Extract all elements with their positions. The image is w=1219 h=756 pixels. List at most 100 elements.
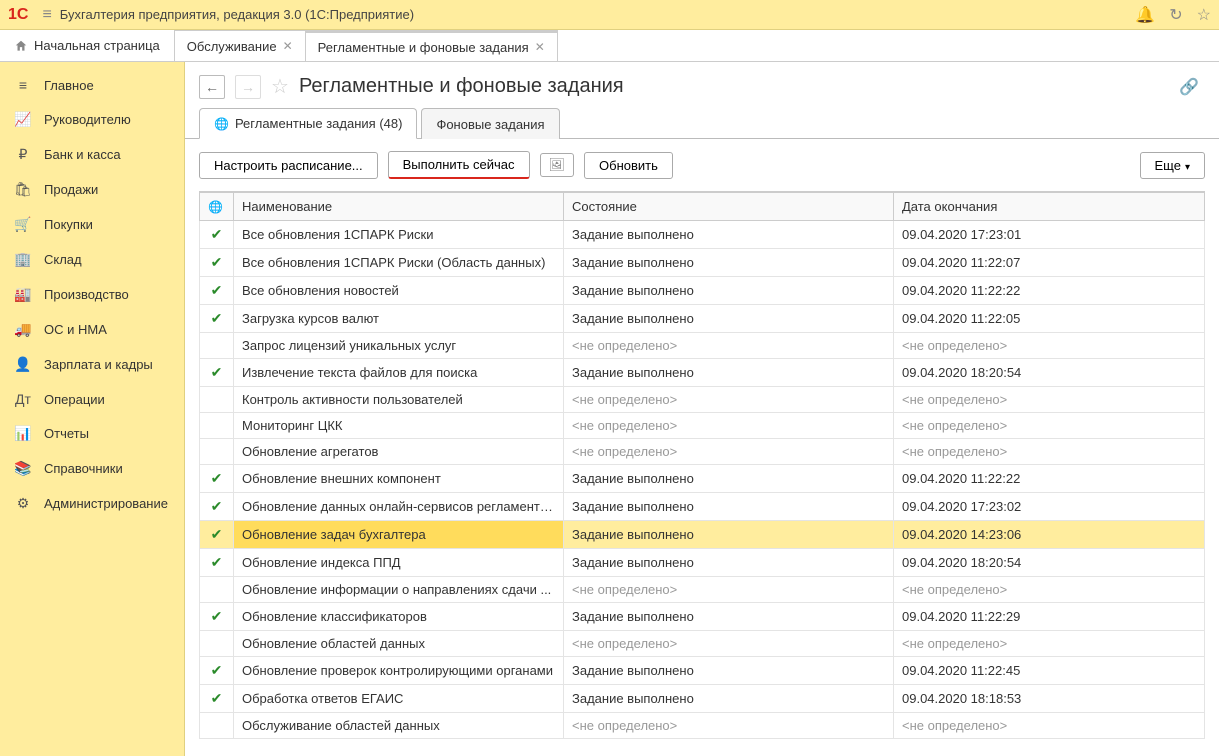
table-row[interactable]: ✔Обработка ответов ЕГАИСЗадание выполнен… xyxy=(200,685,1205,713)
table-row[interactable]: Мониторинг ЦКК<не определено><не определ… xyxy=(200,413,1205,439)
check-icon: ✔ xyxy=(200,657,234,685)
table-row[interactable]: ✔Все обновления 1СПАРК Риски (Область да… xyxy=(200,249,1205,277)
row-date: 09.04.2020 18:20:54 xyxy=(894,359,1205,387)
row-state: Задание выполнено xyxy=(564,305,894,333)
row-name: Мониторинг ЦКК xyxy=(234,413,564,439)
table-row[interactable]: ✔Обновление данных онлайн-сервисов регла… xyxy=(200,493,1205,521)
table-row[interactable]: ✔Все обновления новостейЗадание выполнен… xyxy=(200,277,1205,305)
table-row[interactable]: ✔Обновление классификаторовЗадание выпол… xyxy=(200,603,1205,631)
tab-maintenance[interactable]: Обслуживание ✕ xyxy=(175,30,306,61)
jobs-table: 🌐 Наименование Состояние Дата окончания … xyxy=(199,192,1205,739)
row-state: <не определено> xyxy=(564,577,894,603)
table-row[interactable]: Обновление информации о направлениях сда… xyxy=(200,577,1205,603)
more-button[interactable]: Еще▾ xyxy=(1140,152,1205,179)
row-name: Обновление областей данных xyxy=(234,631,564,657)
sidebar-item-label: Банк и касса xyxy=(44,147,121,162)
subtab-background[interactable]: Фоновые задания xyxy=(421,108,559,139)
run-now-button[interactable]: Выполнить сейчас xyxy=(388,151,530,179)
row-name: Обновление классификаторов xyxy=(234,603,564,631)
row-state: <не определено> xyxy=(564,713,894,739)
sidebar-item-4[interactable]: 🛒Покупки xyxy=(0,207,184,242)
card-view-button[interactable]: 🖼 xyxy=(540,153,575,177)
row-date: <не определено> xyxy=(894,413,1205,439)
sidebar-icon: 🛒 xyxy=(14,216,32,233)
sidebar-item-label: Производство xyxy=(44,287,129,302)
tab-label: Регламентные и фоновые задания xyxy=(318,40,529,55)
favorite-star-icon[interactable]: ☆ xyxy=(271,74,289,99)
table-row[interactable]: ✔Обновление внешних компонентЗадание вып… xyxy=(200,465,1205,493)
row-state: Задание выполнено xyxy=(564,685,894,713)
check-icon: ✔ xyxy=(200,521,234,549)
check-icon: ✔ xyxy=(200,603,234,631)
row-date: 09.04.2020 18:18:53 xyxy=(894,685,1205,713)
row-date: 09.04.2020 14:23:06 xyxy=(894,521,1205,549)
sidebar-item-8[interactable]: 👤Зарплата и кадры xyxy=(0,347,184,382)
row-state: Задание выполнено xyxy=(564,657,894,685)
main-menu-icon[interactable]: ≡ xyxy=(42,6,51,24)
row-state: Задание выполнено xyxy=(564,521,894,549)
row-state: <не определено> xyxy=(564,413,894,439)
table-row[interactable]: ✔Обновление индекса ППДЗадание выполнено… xyxy=(200,549,1205,577)
row-date: 09.04.2020 18:20:54 xyxy=(894,549,1205,577)
sidebar-icon: 📚 xyxy=(14,460,32,477)
refresh-button[interactable]: Обновить xyxy=(584,152,673,179)
check-icon xyxy=(200,439,234,465)
back-button[interactable]: ← xyxy=(199,75,225,99)
sidebar-item-2[interactable]: ₽Банк и касса xyxy=(0,137,184,172)
check-icon xyxy=(200,631,234,657)
sidebar-item-3[interactable]: 🛍Продажи xyxy=(0,172,184,207)
sidebar-item-6[interactable]: 🏭Производство xyxy=(0,277,184,312)
tab-scheduled-jobs[interactable]: Регламентные и фоновые задания ✕ xyxy=(306,30,558,61)
sidebar-item-11[interactable]: 📚 Справочники xyxy=(0,451,184,486)
home-tab[interactable]: Начальная страница xyxy=(0,30,175,61)
column-finish-date[interactable]: Дата окончания xyxy=(894,193,1205,221)
link-icon[interactable]: 🔗 xyxy=(1179,77,1205,97)
row-date: 09.04.2020 11:22:07 xyxy=(894,249,1205,277)
sidebar-icon: 📊 xyxy=(14,425,32,442)
table-row[interactable]: Обновление агрегатов<не определено><не о… xyxy=(200,439,1205,465)
sidebar-item-label: Справочники xyxy=(44,461,123,476)
row-name: Обслуживание областей данных xyxy=(234,713,564,739)
subtab-label: Фоновые задания xyxy=(436,117,544,132)
subtab-scheduled[interactable]: 🌐 Регламентные задания (48) xyxy=(199,108,417,139)
table-row[interactable]: ✔Извлечение текста файлов для поискаЗада… xyxy=(200,359,1205,387)
sidebar-item-5[interactable]: 🏢Склад xyxy=(0,242,184,277)
check-icon: ✔ xyxy=(200,221,234,249)
table-row[interactable]: Запрос лицензий уникальных услуг<не опре… xyxy=(200,333,1205,359)
table-row[interactable]: ✔Все обновления 1СПАРК РискиЗадание выпо… xyxy=(200,221,1205,249)
row-date: 09.04.2020 17:23:02 xyxy=(894,493,1205,521)
table-row[interactable]: ✔Обновление проверок контролирующими орг… xyxy=(200,657,1205,685)
row-date: <не определено> xyxy=(894,577,1205,603)
close-icon[interactable]: ✕ xyxy=(283,39,293,53)
row-date: <не определено> xyxy=(894,631,1205,657)
sidebar-item-12[interactable]: ⚙Администрирование xyxy=(0,486,184,521)
sidebar-item-label: Зарплата и кадры xyxy=(44,357,153,372)
sidebar-item-7[interactable]: 🚚ОС и НМА xyxy=(0,312,184,347)
history-icon[interactable]: ↻ xyxy=(1169,5,1182,25)
sidebar-item-label: Главное xyxy=(44,78,94,93)
row-name: Обработка ответов ЕГАИС xyxy=(234,685,564,713)
tab-label: Обслуживание xyxy=(187,39,277,54)
sidebar-icon: 🚚 xyxy=(14,321,32,338)
row-name: Все обновления 1СПАРК Риски xyxy=(234,221,564,249)
sidebar-item-9[interactable]: ДтОперации xyxy=(0,382,184,416)
table-row[interactable]: Контроль активности пользователей<не опр… xyxy=(200,387,1205,413)
table-row[interactable]: ✔Обновление задач бухгалтераЗадание выпо… xyxy=(200,521,1205,549)
sidebar-item-1[interactable]: 📈Руководителю xyxy=(0,102,184,137)
bell-icon[interactable]: 🔔 xyxy=(1135,5,1155,25)
row-state: Задание выполнено xyxy=(564,549,894,577)
close-icon[interactable]: ✕ xyxy=(535,40,545,54)
sidebar-item-0[interactable]: ≡Главное xyxy=(0,68,184,102)
check-icon xyxy=(200,713,234,739)
table-row[interactable]: ✔Загрузка курсов валютЗадание выполнено0… xyxy=(200,305,1205,333)
column-state[interactable]: Состояние xyxy=(564,193,894,221)
row-state: Задание выполнено xyxy=(564,465,894,493)
table-row[interactable]: Обслуживание областей данных<не определе… xyxy=(200,713,1205,739)
status-icon-header[interactable]: 🌐 xyxy=(200,193,234,221)
column-name[interactable]: Наименование xyxy=(234,193,564,221)
sidebar-item-10[interactable]: 📊Отчеты xyxy=(0,416,184,451)
configure-schedule-button[interactable]: Настроить расписание... xyxy=(199,152,378,179)
table-row[interactable]: Обновление областей данных <не определено… xyxy=(200,631,1205,657)
app-logo: 1C xyxy=(8,6,28,24)
star-icon[interactable]: ☆ xyxy=(1197,5,1211,25)
